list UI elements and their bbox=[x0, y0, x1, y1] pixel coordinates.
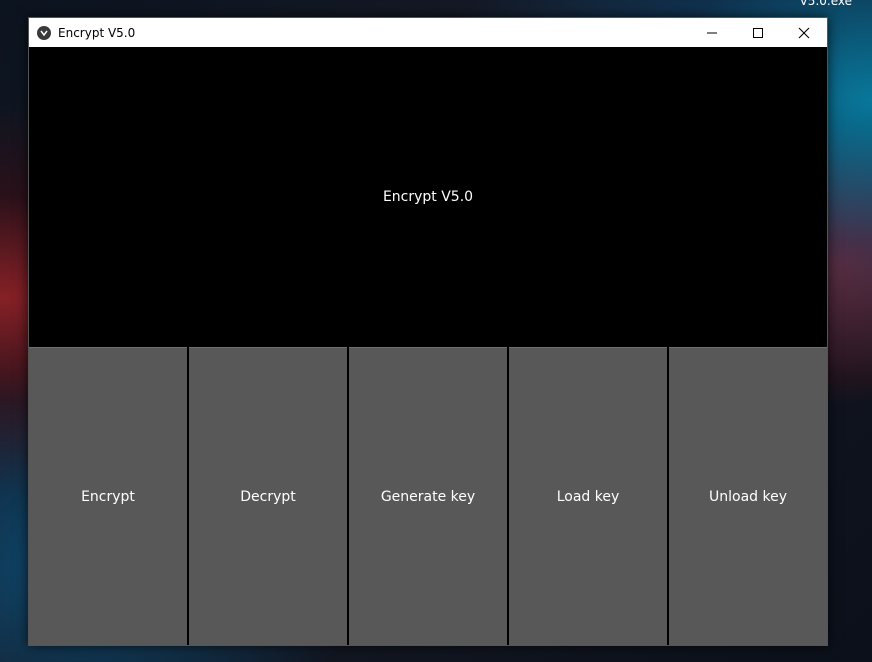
generate-key-button[interactable]: Generate key bbox=[349, 347, 507, 645]
maximize-icon bbox=[753, 27, 763, 38]
desktop-file-label: V5.0.exe bbox=[799, 0, 852, 8]
unload-key-button[interactable]: Unload key bbox=[669, 347, 827, 645]
close-icon bbox=[798, 27, 810, 38]
close-button[interactable] bbox=[781, 18, 827, 47]
minimize-button[interactable] bbox=[689, 18, 735, 47]
app-content: Encrypt V5.0 Encrypt Decrypt Generate ke… bbox=[29, 47, 827, 645]
window-controls bbox=[689, 18, 827, 47]
app-heading: Encrypt V5.0 bbox=[382, 189, 474, 205]
minimize-icon bbox=[707, 32, 717, 33]
window-title: Encrypt V5.0 bbox=[58, 25, 136, 40]
action-button-row: Encrypt Decrypt Generate key Load key Un… bbox=[29, 347, 827, 645]
maximize-button[interactable] bbox=[735, 18, 781, 47]
app-window: Encrypt V5.0 Encrypt V5.0 Encrypt Decryp… bbox=[28, 17, 828, 646]
app-logo-icon bbox=[37, 25, 51, 40]
header-area: Encrypt V5.0 bbox=[29, 47, 827, 347]
encrypt-button[interactable]: Encrypt bbox=[29, 347, 187, 645]
load-key-button[interactable]: Load key bbox=[509, 347, 667, 645]
decrypt-button[interactable]: Decrypt bbox=[189, 347, 347, 645]
title-bar[interactable]: Encrypt V5.0 bbox=[29, 18, 827, 47]
